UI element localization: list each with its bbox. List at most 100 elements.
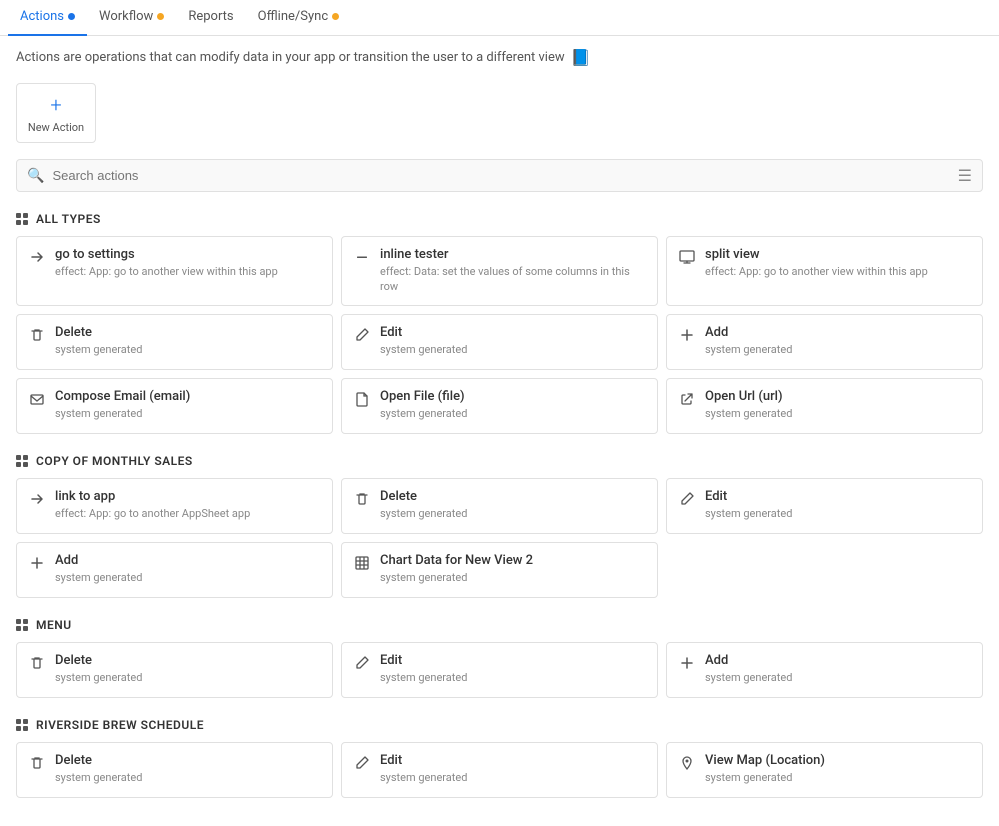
action-card-link-to-app[interactable]: link to app effect: App: go to another Ap… <box>16 478 333 534</box>
tab-actions[interactable]: Actions <box>8 0 87 36</box>
actions-grid-riverside-brew: Delete system generated Edit system generat… <box>16 742 983 798</box>
action-card-edit-1[interactable]: Edit system generated <box>341 314 658 370</box>
action-card-edit-2[interactable]: Edit system generated <box>666 478 983 534</box>
action-title-open-file: Open File (file) <box>380 389 467 404</box>
action-card-edit-4[interactable]: Edit system generated <box>341 742 658 798</box>
grid-icon-all-types <box>16 213 28 225</box>
action-title-delete-2: Delete <box>380 489 467 504</box>
pencil-icon-edit-1 <box>354 327 370 347</box>
tab-reports[interactable]: Reports <box>176 0 245 36</box>
action-card-go-to-settings[interactable]: go to settings effect: App: go to another… <box>16 236 333 306</box>
actions-grid-copy-monthly-sales: link to app effect: App: go to another Ap… <box>16 478 983 598</box>
arrow-icon-go-to-settings <box>29 249 45 269</box>
action-subtitle-delete-3: system generated <box>55 670 142 685</box>
action-subtitle-open-file: system generated <box>380 406 467 421</box>
action-title-edit-1: Edit <box>380 325 467 340</box>
trash-icon-delete-4 <box>29 755 45 775</box>
plus-icon-add-3 <box>679 655 695 675</box>
action-subtitle-edit-1: system generated <box>380 342 467 357</box>
tab-dot-offline-sync <box>332 13 339 20</box>
action-subtitle-view-map: system generated <box>705 770 825 785</box>
action-title-inline-tester: inline tester <box>380 247 645 262</box>
action-subtitle-go-to-settings: effect: App: go to another view within t… <box>55 264 278 279</box>
action-card-add-3[interactable]: Add system generated <box>666 642 983 698</box>
action-card-add-1[interactable]: Add system generated <box>666 314 983 370</box>
action-title-edit-2: Edit <box>705 489 792 504</box>
action-subtitle-compose-email: system generated <box>55 406 190 421</box>
action-title-open-url: Open Url (url) <box>705 389 792 404</box>
tab-dot-actions <box>68 13 75 20</box>
section-header-copy-monthly-sales: Copy of monthly sales <box>16 454 983 468</box>
section-label-copy-monthly-sales: Copy of monthly sales <box>36 454 193 468</box>
new-action-label: New Action <box>28 121 84 134</box>
search-input[interactable] <box>52 168 949 183</box>
action-title-edit-3: Edit <box>380 653 467 668</box>
action-title-link-to-app: link to app <box>55 489 250 504</box>
action-card-view-map[interactable]: View Map (Location) system generated <box>666 742 983 798</box>
action-card-delete-1[interactable]: Delete system generated <box>16 314 333 370</box>
grid-icon-menu <box>16 619 28 631</box>
filter-icon[interactable]: ☰ <box>958 166 972 185</box>
action-subtitle-edit-3: system generated <box>380 670 467 685</box>
tab-workflow[interactable]: Workflow <box>87 0 176 36</box>
action-subtitle-split-view: effect: App: go to another view within t… <box>705 264 928 279</box>
main-content: Actions are operations that can modify d… <box>0 36 999 826</box>
action-subtitle-add-1: system generated <box>705 342 792 357</box>
table-icon-chart-data <box>354 555 370 575</box>
plus-icon-add-2 <box>29 555 45 575</box>
action-title-edit-4: Edit <box>380 753 467 768</box>
external-link-icon-open-url <box>679 391 695 411</box>
action-title-delete-4: Delete <box>55 753 142 768</box>
pencil-icon-edit-3 <box>354 655 370 675</box>
action-card-add-2[interactable]: Add system generated <box>16 542 333 598</box>
tab-offline-sync[interactable]: Offline/Sync <box>246 0 352 36</box>
action-subtitle-link-to-app: effect: App: go to another AppSheet app <box>55 506 250 521</box>
search-icon: 🔍 <box>27 168 44 184</box>
action-card-edit-3[interactable]: Edit system generated <box>341 642 658 698</box>
action-card-compose-email[interactable]: Compose Email (email)system generated <box>16 378 333 434</box>
description-text: Actions are operations that can modify d… <box>16 48 983 67</box>
section-menu: Menu Deletesystem generated Edit system gen… <box>16 618 983 698</box>
action-card-open-url[interactable]: Open Url (url)system generated <box>666 378 983 434</box>
action-card-delete-4[interactable]: Delete system generated <box>16 742 333 798</box>
action-title-add-1: Add <box>705 325 792 340</box>
description-label: Actions are operations that can modify d… <box>16 50 565 65</box>
action-card-delete-3[interactable]: Deletesystem generated <box>16 642 333 698</box>
action-title-delete-1: Delete <box>55 325 142 340</box>
action-title-add-2: Add <box>55 553 142 568</box>
action-subtitle-inline-tester: effect: Data: set the values of some col… <box>380 264 645 295</box>
action-subtitle-add-2: system generated <box>55 570 142 585</box>
action-card-inline-tester[interactable]: inline tester effect: Data: set the value… <box>341 236 658 306</box>
section-header-menu: Menu <box>16 618 983 632</box>
new-action-plus-icon: + <box>50 93 61 117</box>
action-card-open-file[interactable]: Open File (file) system generated <box>341 378 658 434</box>
action-card-chart-data[interactable]: Chart Data for New View 2system generate… <box>341 542 658 598</box>
arrow-icon-link-to-app <box>29 491 45 511</box>
grid-icon-riverside-brew <box>16 719 28 731</box>
action-title-add-3: Add <box>705 653 792 668</box>
action-card-delete-2[interactable]: Deletesystem generated <box>341 478 658 534</box>
trash-icon-delete-1 <box>29 327 45 347</box>
action-subtitle-delete-1: system generated <box>55 342 142 357</box>
action-title-chart-data: Chart Data for New View 2 <box>380 553 533 568</box>
map-pin-icon-view-map <box>679 755 695 775</box>
tab-dot-workflow <box>157 13 164 20</box>
action-title-view-map: View Map (Location) <box>705 753 825 768</box>
action-subtitle-edit-2: system generated <box>705 506 792 521</box>
section-all-types: ALL TYPESgo to settingseffect: App: go t… <box>16 212 983 434</box>
section-riverside-brew: Riverside Brew ScheduleDeletesystem gene… <box>16 718 983 798</box>
action-subtitle-add-3: system generated <box>705 670 792 685</box>
action-subtitle-delete-4: system generated <box>55 770 142 785</box>
new-action-button[interactable]: + New Action <box>16 83 96 143</box>
file-icon-open-file <box>354 391 370 411</box>
monitor-icon-split-view <box>679 249 695 269</box>
help-icon[interactable]: 📘 <box>571 48 591 67</box>
action-card-split-view[interactable]: split vieweffect: App: go to another vie… <box>666 236 983 306</box>
action-subtitle-edit-4: system generated <box>380 770 467 785</box>
search-bar: 🔍 ☰ <box>16 159 983 192</box>
action-title-go-to-settings: go to settings <box>55 247 278 262</box>
trash-icon-delete-3 <box>29 655 45 675</box>
pencil-icon-edit-4 <box>354 755 370 775</box>
section-copy-monthly-sales: Copy of monthly sales link to app effect: … <box>16 454 983 598</box>
envelope-icon-compose-email <box>29 391 45 411</box>
